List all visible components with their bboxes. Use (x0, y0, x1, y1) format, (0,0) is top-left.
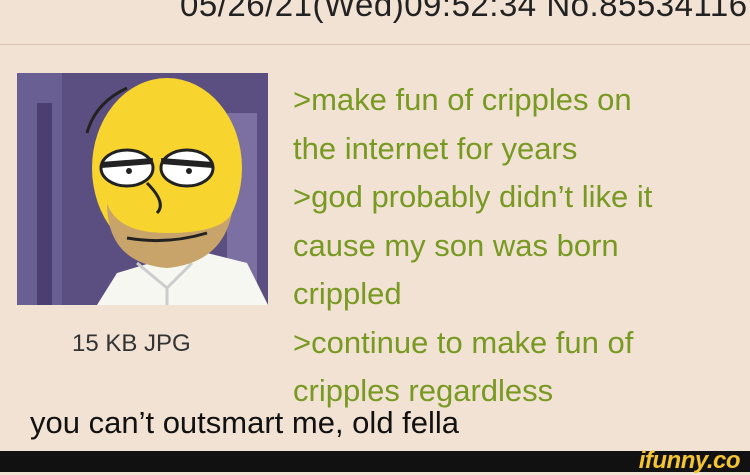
post-header: 05/26/21(Wed)09:52:34 No.85534116 (180, 0, 748, 23)
greentext-line: cause my son was born (293, 227, 619, 263)
greentext-line: >continue to make fun of (293, 324, 634, 360)
greentext-line: >god probably didn’t like it (293, 179, 653, 214)
post-text: you can’t outsmart me, old fella (30, 405, 460, 440)
greentext-line: crippled (293, 276, 402, 311)
greentext-line: >make fun of cripples on (293, 82, 632, 117)
post-body: >make fun of cripples on the internet fo… (293, 76, 743, 416)
greentext-line: the internet for years (293, 130, 578, 166)
homer-cartoon-image (17, 73, 268, 305)
watermark-bar (0, 451, 750, 472)
ifunny-watermark: ifunny.co (638, 447, 741, 474)
file-info: 15 KB JPG (72, 330, 191, 357)
post-thumbnail[interactable] (17, 73, 268, 305)
